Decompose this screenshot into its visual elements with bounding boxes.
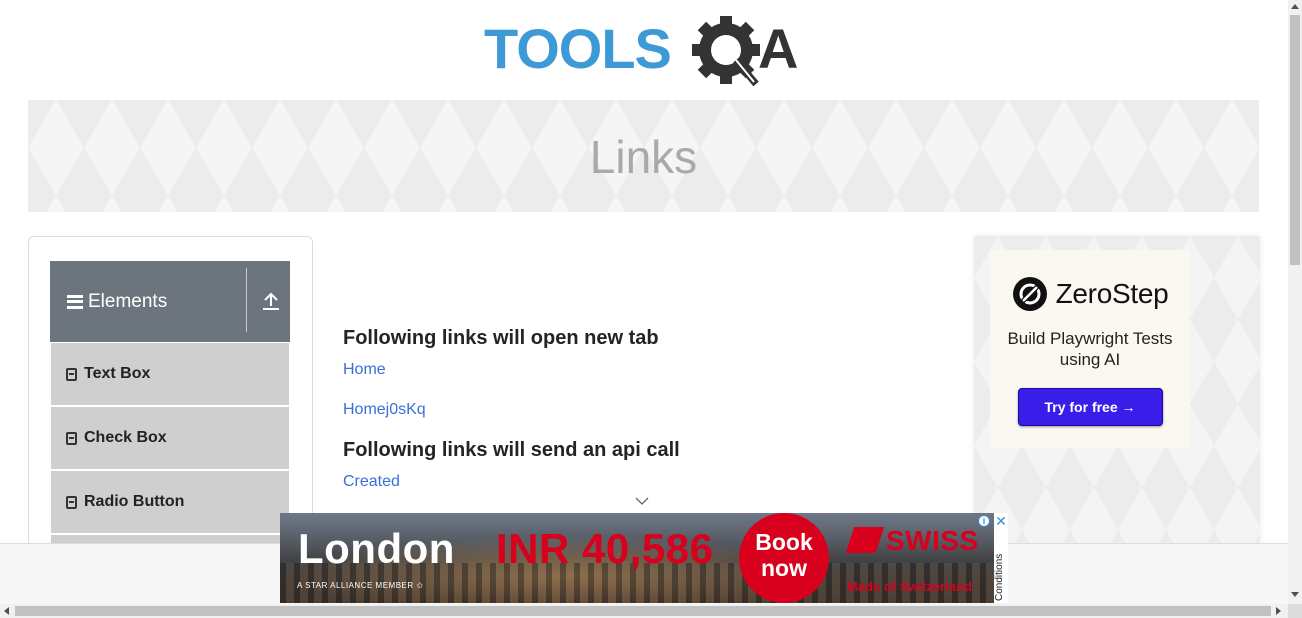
- link-home-dynamic[interactable]: Homej0sKq: [343, 401, 426, 419]
- scrollbar-corner: [1288, 604, 1302, 618]
- try-for-free-button[interactable]: Try for free →: [1017, 388, 1163, 426]
- html5-icon: [66, 495, 77, 509]
- upload-icon[interactable]: [262, 291, 280, 311]
- group-title: Elements: [88, 290, 168, 312]
- heading-api-call: Following links will send an api call: [343, 439, 680, 461]
- horizontal-scrollbar[interactable]: [0, 604, 1288, 618]
- toolsqa-logo[interactable]: TOOLS A: [484, 14, 808, 92]
- ad-price-text: INR 40,586: [496, 525, 714, 572]
- page: TOOLS A Links Elements Text Box Check Bo…: [0, 0, 1302, 618]
- html5-icon: [66, 431, 77, 445]
- ad-slogan-text: Made of Switzerland: [847, 579, 972, 594]
- vertical-scrollbar[interactable]: [1288, 0, 1302, 604]
- heading-new-tab: Following links will open new tab: [343, 327, 659, 349]
- html5-icon: [66, 367, 77, 381]
- sidebar-item-check-box[interactable]: Check Box: [51, 407, 289, 469]
- elements-group-header[interactable]: Elements: [50, 261, 290, 342]
- horizontal-scroll-thumb[interactable]: [15, 606, 1271, 616]
- conditions-link[interactable]: Conditions: [994, 529, 1005, 601]
- zerostep-name: ZeroStep: [1055, 278, 1169, 309]
- sidebar-item-text-box[interactable]: Text Box: [51, 343, 289, 405]
- zerostep-tagline: Build Playwright Tests using AI: [1007, 329, 1173, 369]
- zerostep-brand: ZeroStep: [990, 276, 1190, 312]
- page-banner: Links: [28, 100, 1259, 212]
- gear-magnifier-icon: [692, 16, 760, 87]
- ad-alliance-text: A STAR ALLIANCE MEMBER ✩: [297, 581, 424, 590]
- link-created[interactable]: Created: [343, 473, 400, 491]
- swiss-ad-banner[interactable]: London INR 40,586 A STAR ALLIANCE MEMBER…: [280, 513, 1008, 603]
- hamburger-icon: [67, 294, 83, 309]
- ad-city-text: London: [298, 525, 455, 572]
- ad-info-icon[interactable]: i: [978, 515, 990, 527]
- zerostep-logo-icon: [1012, 277, 1047, 311]
- sidebar-item-label: Text Box: [84, 365, 151, 382]
- sidebar-item-label: Check Box: [84, 429, 167, 446]
- logo-text-tools: TOOLS: [484, 17, 671, 80]
- ad-airline-text: SWISS: [886, 525, 979, 556]
- scroll-right-arrow-icon[interactable]: [1276, 607, 1281, 615]
- chevron-down-icon: [635, 497, 649, 505]
- logo-text-a: A: [758, 17, 798, 80]
- sidebar-item-radio-button[interactable]: Radio Button: [51, 471, 289, 533]
- scroll-up-arrow-icon[interactable]: [1291, 4, 1299, 9]
- scroll-left-arrow-icon[interactable]: [4, 607, 9, 615]
- ad-close-icon[interactable]: ✕: [994, 514, 1008, 528]
- sidebar-item-label: Radio Button: [84, 493, 185, 510]
- vertical-scroll-thumb[interactable]: [1290, 15, 1300, 265]
- page-title: Links: [589, 131, 698, 183]
- left-sidebar: Elements Text Box Check Box Radio Button: [28, 236, 313, 566]
- header-divider: [246, 268, 247, 332]
- link-home[interactable]: Home: [343, 361, 386, 379]
- book-now-button[interactable]: Book now: [739, 513, 829, 603]
- right-ad-panel: ZeroStep Build Playwright Tests using AI…: [974, 236, 1260, 556]
- zerostep-ad[interactable]: ZeroStep Build Playwright Tests using AI…: [990, 250, 1190, 448]
- scroll-down-arrow-icon[interactable]: [1291, 592, 1299, 597]
